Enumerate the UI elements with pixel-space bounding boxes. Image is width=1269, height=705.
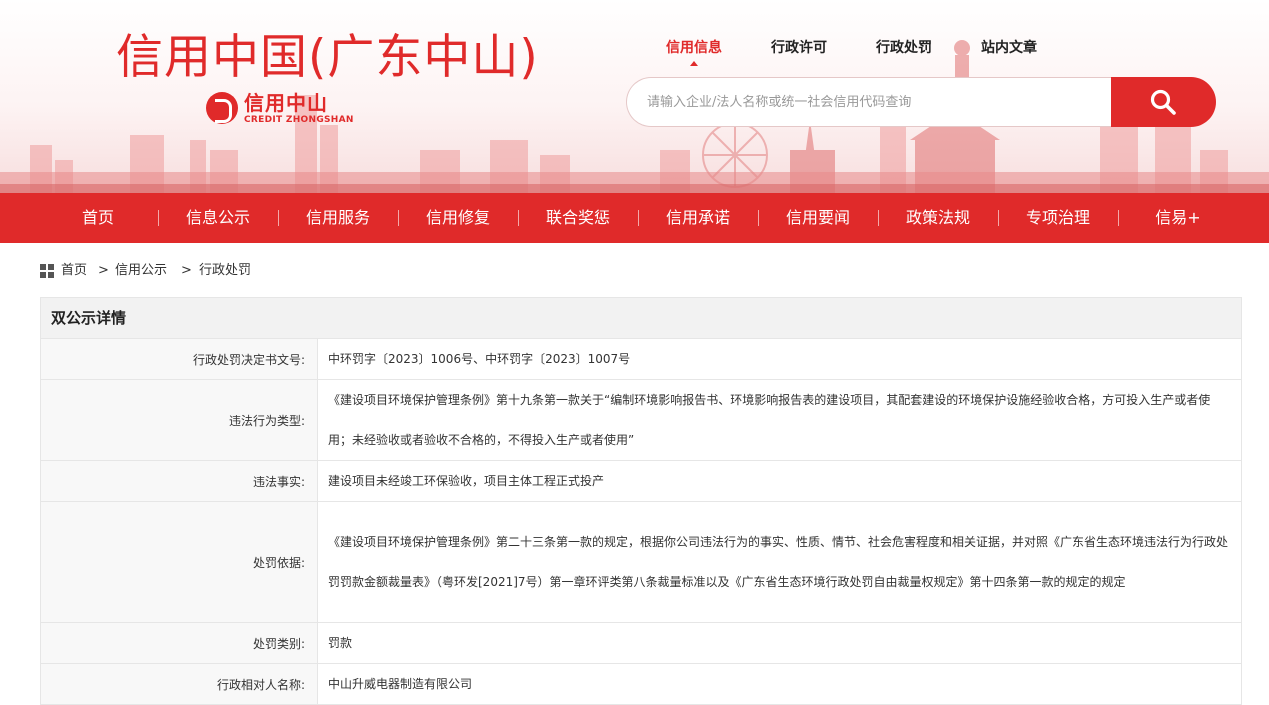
top-nav-site-articles[interactable]: 站内文章 [981,37,1037,57]
nav-credit-pledge[interactable]: 信用承诺 [638,193,758,243]
panel-title: 双公示详情 [41,298,1241,339]
grid-icon [40,264,54,278]
site-header: 信用中国(广东中山) 信用中山 CREDIT ZHONGSHAN 信用信息 行政… [0,0,1269,193]
top-nav-credit-info[interactable]: 信用信息 [666,37,722,66]
site-logo[interactable]: 信用中山 CREDIT ZHONGSHAN [206,90,366,130]
detail-table: 行政处罚决定书文号: 中环罚字〔2023〕1006号、中环罚字〔2023〕100… [41,339,1241,705]
nav-credit-news[interactable]: 信用要闻 [758,193,878,243]
row-label: 行政相对人名称: [41,663,318,705]
nav-credit-service[interactable]: 信用服务 [278,193,398,243]
table-row: 违法事实: 建设项目未经竣工环保验收，项目主体工程正式投产 [41,460,1241,502]
main-nav: 首页 信息公示 信用服务 信用修复 联合奖惩 信用承诺 信用要闻 政策法规 专项… [0,193,1269,243]
table-row: 处罚类别: 罚款 [41,622,1241,664]
top-nav-admin-penalty[interactable]: 行政处罚 [876,37,932,57]
row-label: 行政处罚决定书文号: [41,339,318,380]
nav-credit-easy[interactable]: 信易+ [1118,193,1238,243]
logo-english-text: CREDIT ZHONGSHAN [244,115,354,125]
row-value: 建设项目未经竣工环保验收，项目主体工程正式投产 [317,460,1241,502]
row-value: 罚款 [317,622,1241,664]
table-row: 处罚依据: 《建设项目环境保护管理条例》第二十三条第一款的规定，根据你公司违法行… [41,501,1241,623]
nav-joint-reward[interactable]: 联合奖惩 [518,193,638,243]
search-button[interactable] [1111,77,1216,127]
nav-home[interactable]: 首页 [38,193,158,243]
breadcrumb-separator: > [181,263,192,278]
breadcrumb-home[interactable]: 首页 [61,262,87,280]
site-title: 信用中国(广东中山) [116,30,539,85]
search-icon [1150,89,1176,115]
row-value: 《建设项目环境保护管理条例》第二十三条第一款的规定，根据你公司违法行为的事实、性… [317,501,1241,623]
breadcrumb-credit-disclosure[interactable]: 信用公示 [115,262,167,280]
breadcrumb-separator: > [98,263,109,278]
row-label: 处罚依据: [41,501,318,623]
row-value: 中环罚字〔2023〕1006号、中环罚字〔2023〕1007号 [317,339,1241,380]
row-label: 违法行为类型: [41,379,318,461]
detail-panel: 双公示详情 行政处罚决定书文号: 中环罚字〔2023〕1006号、中环罚字〔20… [40,297,1242,705]
table-row: 行政处罚决定书文号: 中环罚字〔2023〕1006号、中环罚字〔2023〕100… [41,339,1241,380]
table-row: 行政相对人名称: 中山升威电器制造有限公司 [41,663,1241,705]
nav-info-disclosure[interactable]: 信息公示 [158,193,278,243]
search-input[interactable] [626,77,1131,127]
credit-logo-icon [206,92,238,124]
row-value: 《建设项目环境保护管理条例》第十九条第一款关于“编制环境影响报告书、环境影响报告… [317,379,1241,461]
breadcrumb-admin-penalty[interactable]: 行政处罚 [199,262,251,280]
search-bar [626,77,1216,127]
table-row: 违法行为类型: 《建设项目环境保护管理条例》第十九条第一款关于“编制环境影响报告… [41,379,1241,461]
top-nav-admin-license[interactable]: 行政许可 [771,37,827,57]
row-label: 违法事实: [41,460,318,502]
row-value: 中山升威电器制造有限公司 [317,663,1241,705]
nav-policy[interactable]: 政策法规 [878,193,998,243]
logo-chinese-text: 信用中山 [244,91,328,115]
nav-credit-repair[interactable]: 信用修复 [398,193,518,243]
row-label: 处罚类别: [41,622,318,664]
nav-special-governance[interactable]: 专项治理 [998,193,1118,243]
